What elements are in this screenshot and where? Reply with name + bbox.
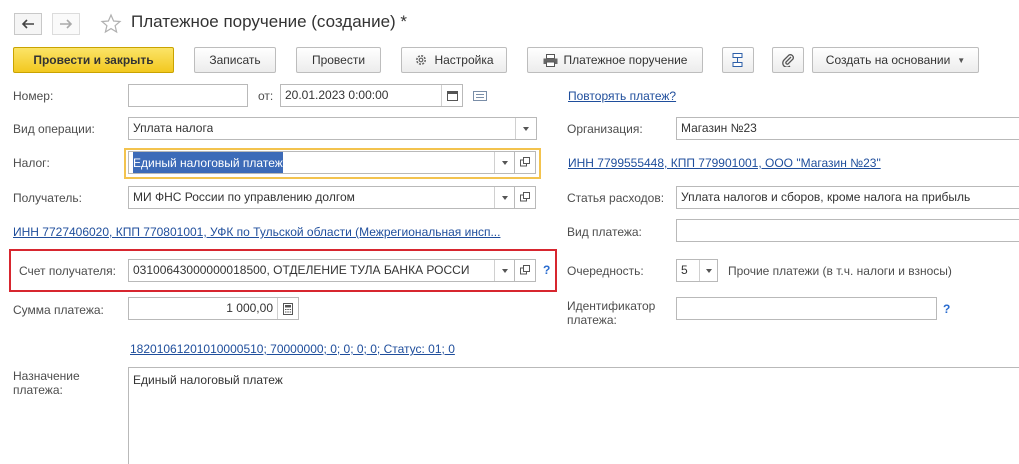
attachments-button[interactable]: [772, 47, 804, 73]
chevron-down-icon[interactable]: [515, 118, 536, 139]
payment-kind-input[interactable]: [676, 219, 1019, 242]
account-select[interactable]: 03100643000000018500, ОТДЕЛЕНИЕ ТУЛА БАН…: [128, 259, 516, 282]
recipient-open-button[interactable]: [514, 186, 536, 209]
tax-label: Налог:: [13, 156, 50, 170]
forward-button[interactable]: [52, 13, 80, 35]
number-label: Номер:: [13, 89, 54, 103]
window-title: Платежное поручение (создание) *: [131, 12, 408, 31]
document-structure-icon: [730, 52, 746, 68]
identifier-input[interactable]: [676, 297, 937, 320]
recipient-select[interactable]: МИ ФНС России по управлению долгом: [128, 186, 516, 209]
open-window-icon: [520, 156, 530, 170]
save-button[interactable]: Записать: [194, 47, 276, 73]
notes-icon[interactable]: [473, 90, 487, 104]
purpose-textarea[interactable]: Единый налоговый платеж: [128, 367, 1019, 464]
open-window-icon: [520, 191, 530, 205]
expense-label: Статья расходов:: [567, 191, 665, 205]
gear-icon: [414, 53, 428, 67]
create-based-on-button[interactable]: Создать на основании ▼: [812, 47, 979, 73]
recipient-label: Получатель:: [13, 191, 82, 205]
organization-inn-link[interactable]: ИНН 7799555448, КПП 779901001, ООО "Мага…: [568, 156, 881, 170]
post-button[interactable]: Провести: [296, 47, 381, 73]
date-input[interactable]: 20.01.2023 0:00:00: [280, 84, 463, 107]
arrow-right-icon: [60, 19, 73, 29]
priority-label: Очередность:: [567, 264, 644, 278]
chevron-down-icon[interactable]: [699, 260, 717, 281]
amount-input[interactable]: 1 000,00: [128, 297, 299, 320]
caret-down-icon: ▼: [957, 55, 966, 65]
settings-button[interactable]: Настройка: [401, 47, 507, 73]
tax-select[interactable]: Единый налоговый платеж: [128, 151, 516, 174]
print-label: Платежное поручение: [563, 53, 688, 67]
payment-kind-label: Вид платежа:: [567, 225, 642, 239]
date-label: от:: [258, 89, 274, 103]
account-open-button[interactable]: [514, 259, 536, 282]
tax-open-button[interactable]: [514, 151, 536, 174]
structure-button[interactable]: [722, 47, 754, 73]
chevron-down-icon[interactable]: [494, 187, 515, 208]
organization-label: Организация:: [567, 122, 643, 136]
recipient-inn-link[interactable]: ИНН 7727406020, КПП 770801001, УФК по Ту…: [13, 225, 500, 239]
amount-label: Сумма платежа:: [13, 303, 104, 317]
calculator-icon[interactable]: [277, 298, 298, 319]
priority-select[interactable]: 5: [676, 259, 718, 282]
identifier-label: Идентификатор платежа:: [567, 299, 656, 327]
chevron-down-icon[interactable]: [494, 260, 515, 281]
account-label: Счет получателя:: [19, 264, 116, 278]
favorite-star-icon[interactable]: [100, 13, 122, 38]
open-window-icon: [520, 264, 530, 278]
priority-description: Прочие платежи (в т.ч. налоги и взносы): [728, 264, 952, 278]
repeat-payment-link[interactable]: Повторять платеж?: [568, 89, 676, 103]
calendar-icon[interactable]: [441, 85, 462, 106]
operation-select[interactable]: Уплата налога: [128, 117, 537, 140]
post-and-close-button[interactable]: Провести и закрыть: [13, 47, 174, 73]
printer-icon: [543, 53, 558, 67]
create-based-label: Создать на основании: [825, 53, 951, 67]
purpose-label: Назначение платежа:: [13, 369, 80, 397]
expense-input[interactable]: Уплата налогов и сборов, кроме налога на…: [676, 186, 1019, 209]
settings-label: Настройка: [434, 53, 494, 67]
back-button[interactable]: [14, 13, 42, 35]
print-payment-order-button[interactable]: Платежное поручение: [527, 47, 703, 73]
arrow-left-icon: [21, 19, 34, 29]
account-help-icon[interactable]: ?: [543, 263, 550, 277]
number-input[interactable]: [128, 84, 248, 107]
paperclip-icon: [781, 53, 795, 67]
operation-label: Вид операции:: [13, 122, 95, 136]
chevron-down-icon[interactable]: [494, 152, 515, 173]
kbk-link[interactable]: 18201061201010000510; 70000000; 0; 0; 0;…: [130, 342, 455, 356]
organization-input[interactable]: Магазин №23: [676, 117, 1019, 140]
identifier-help-icon[interactable]: ?: [943, 302, 950, 316]
